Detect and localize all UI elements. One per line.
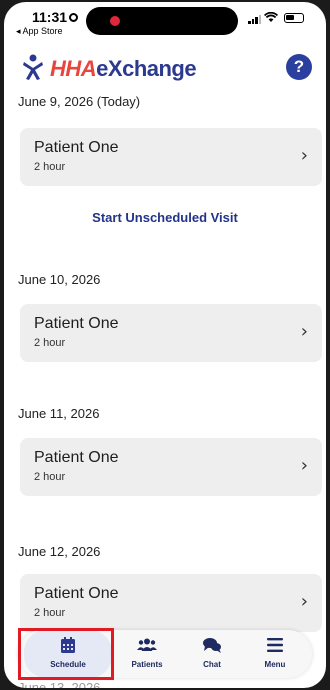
hha-logo-figure-icon <box>23 54 43 80</box>
people-icon <box>137 638 157 651</box>
tab-chat[interactable]: Chat <box>182 630 242 678</box>
tab-menu[interactable]: Menu <box>244 630 306 678</box>
date-heading: June 10, 2026 <box>18 272 101 287</box>
tab-label: Menu <box>264 660 286 669</box>
visit-card[interactable]: Patient One 2 hour › <box>20 128 322 186</box>
focus-icon <box>69 13 79 22</box>
app-logo: HHAeXchange <box>50 56 197 82</box>
patient-name: Patient One <box>34 585 119 602</box>
patient-name: Patient One <box>34 449 119 466</box>
date-heading: June 13, 2026 <box>18 680 101 688</box>
visit-duration: 2 hour <box>34 607 66 619</box>
time-text: 11:31 <box>32 9 68 25</box>
chevron-right-icon: › <box>300 455 308 476</box>
logo-exchange-text: eXchange <box>96 56 197 81</box>
dynamic-island <box>86 7 238 35</box>
back-to-app-store[interactable]: ◂ App Store <box>16 26 63 37</box>
visit-card[interactable]: Patient One 2 hour › <box>20 438 322 496</box>
battery-icon <box>284 13 304 23</box>
help-button[interactable]: ? <box>286 54 312 80</box>
visit-duration: 2 hour <box>34 161 66 173</box>
patient-name: Patient One <box>34 139 119 156</box>
tab-patients[interactable]: Patients <box>114 630 180 678</box>
menu-icon <box>267 638 283 652</box>
visit-card[interactable]: Patient One 2 hour › <box>20 304 322 362</box>
logo-hha-text: HHA <box>50 56 97 81</box>
app-header: HHAeXchange ? <box>4 46 326 90</box>
chevron-right-icon: › <box>300 591 308 612</box>
date-heading: June 9, 2026 (Today) <box>18 94 141 109</box>
date-heading: June 11, 2026 <box>18 406 100 421</box>
date-heading: June 12, 2026 <box>18 544 101 559</box>
start-unscheduled-visit-link[interactable]: Start Unscheduled Visit <box>4 210 326 225</box>
chevron-right-icon: › <box>300 321 308 342</box>
status-bar: 11:31 ◂ App Store <box>4 2 326 42</box>
phone-screen: 11:31 ◂ App Store HHAeXchange ? June 9, … <box>4 2 326 688</box>
highlight-annotation <box>18 628 114 680</box>
tab-label: Patients <box>131 660 163 669</box>
status-time: 11:31 <box>32 9 79 25</box>
tab-label: Chat <box>203 660 221 669</box>
recording-indicator-icon <box>110 16 120 26</box>
patient-name: Patient One <box>34 315 119 332</box>
visit-card[interactable]: Patient One 2 hour › <box>20 574 322 632</box>
chat-icon <box>203 638 221 653</box>
signal-icon <box>248 14 261 24</box>
wifi-icon <box>264 11 278 26</box>
visit-duration: 2 hour <box>34 471 66 483</box>
chevron-right-icon: › <box>300 145 308 166</box>
visit-duration: 2 hour <box>34 337 66 349</box>
